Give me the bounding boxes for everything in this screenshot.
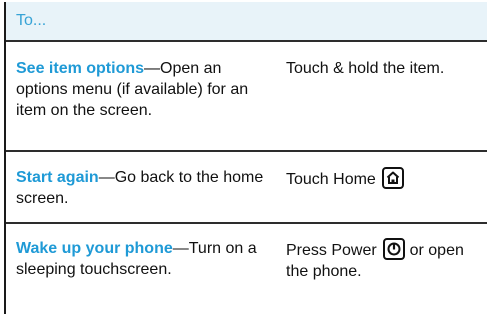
- instructions-table: To... See item options—Open an options m…: [4, 2, 487, 314]
- row-3-term: Wake up your phone: [16, 240, 173, 257]
- row-1-divider: [6, 150, 487, 152]
- row-2-term: Start again: [16, 169, 99, 186]
- table-header: To...: [6, 2, 487, 40]
- header-title: To...: [16, 12, 47, 29]
- row-2-action: Touch Home: [286, 167, 466, 190]
- row-3-action: Press Power or open the phone.: [286, 238, 466, 282]
- row-1-term: See item options: [16, 60, 145, 77]
- row-3-action-pre: Press Power: [286, 242, 377, 259]
- row-1-description: See item options—Open an options menu (i…: [16, 58, 276, 121]
- row-2-action-text: Touch Home: [286, 171, 376, 188]
- row-1-action: Touch & hold the item.: [286, 60, 445, 77]
- table-left-border: [4, 2, 6, 314]
- row-3-description: Wake up your phone—Turn on a sleeping to…: [16, 238, 276, 280]
- header-divider: [6, 40, 487, 42]
- home-key-icon: [382, 167, 405, 189]
- row-2-description: Start again—Go back to the home screen.: [16, 167, 276, 209]
- row-2-divider: [6, 222, 487, 224]
- power-key-icon: [383, 238, 406, 260]
